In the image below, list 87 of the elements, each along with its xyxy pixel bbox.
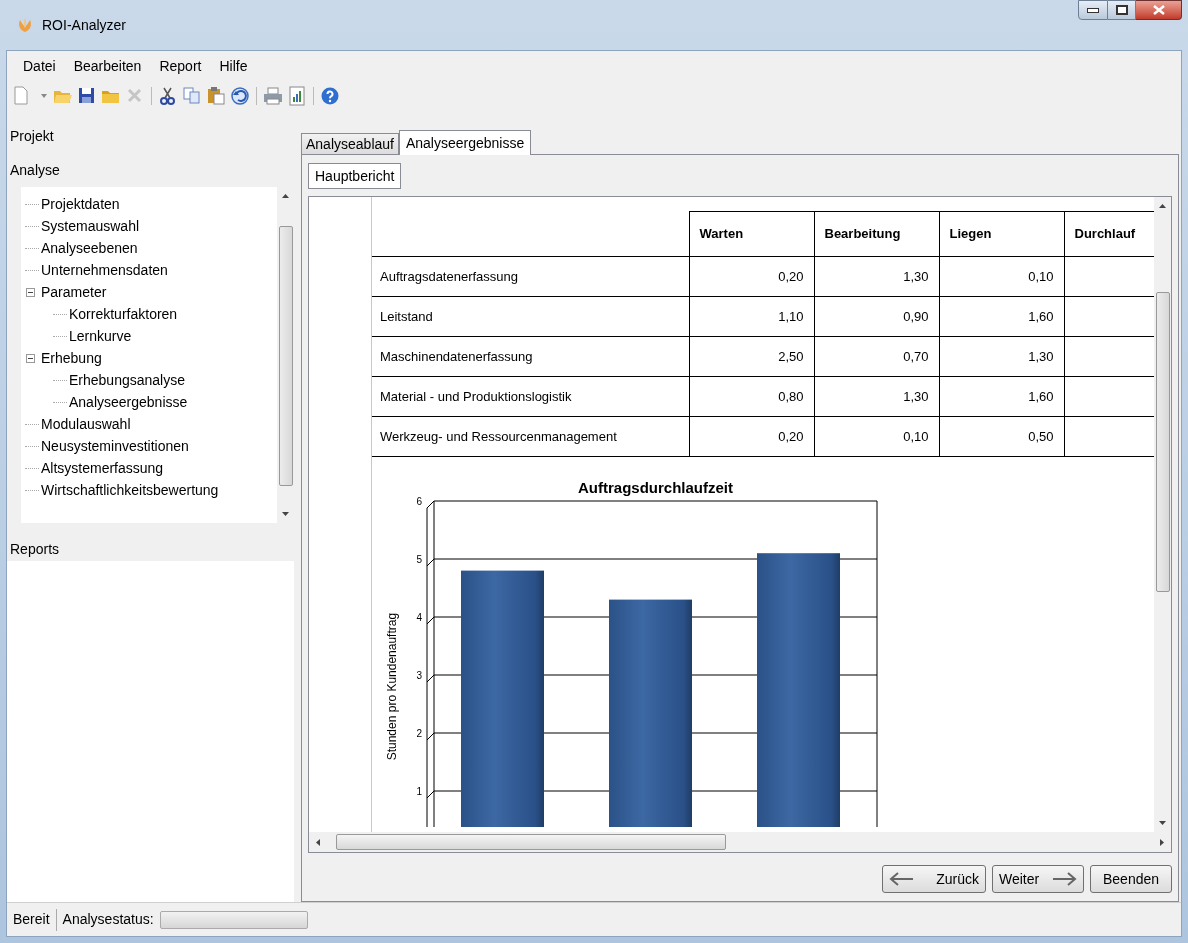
table-cell: 2,50 [778,348,804,364]
chart-title: Auftragsdurchlaufzeit [578,479,733,496]
section-header[interactable]: Projekt [7,119,294,153]
menu-item[interactable]: Report [151,55,210,77]
nav-button[interactable]: Beenden [1090,865,1172,893]
arrow-icon [1051,871,1077,887]
tree-item[interactable]: Lernkurve [69,325,132,347]
undo-icon[interactable] [230,86,250,106]
status-label: Analysestatus: [61,910,155,929]
tree-item[interactable]: Analyseebenen [41,237,138,259]
table-cell: 0,50 [1028,428,1054,444]
menu-item[interactable]: Datei [15,55,64,77]
vertical-scrollbar[interactable] [1154,197,1171,832]
collapse-icon[interactable] [26,353,35,363]
table-cell: 0,10 [1028,268,1054,284]
nav-button[interactable]: Weiter [992,865,1084,893]
table-cell: 0,80 [778,388,804,404]
row-label: Auftragsdatenerfassung [380,268,519,284]
table-cell: 1,30 [1028,348,1054,364]
table-cell: 1,30 [903,268,929,284]
status-text: Bereit [12,910,51,929]
horizontal-scrollbar[interactable] [309,832,1171,852]
tree-item[interactable]: Altsystemerfassung [41,457,164,479]
tree-item[interactable]: Analyseergebnisse [69,391,188,413]
table-cell: 0,20 [778,268,804,284]
column-header: Bearbeitung [824,226,901,242]
tree-item[interactable]: Neusysteminvestitionen [41,435,189,457]
tab[interactable]: Analyseablauf [301,133,399,154]
column-header: Warten [699,226,744,242]
axis-tick-label: 3 [416,670,422,681]
tab[interactable]: Hauptbericht [308,163,402,189]
tree-item[interactable]: Erhebungsanalyse [69,369,185,391]
scroll-up-icon[interactable] [282,194,289,198]
nav-button[interactable]: Zurück [882,865,986,893]
scroll-right-icon[interactable] [1160,838,1164,846]
axis-tick-label: 6 [416,496,422,507]
help-icon[interactable] [320,86,340,106]
scroll-left-icon[interactable] [316,838,320,846]
scroll-down-icon[interactable] [1159,821,1166,825]
collapse-icon[interactable] [26,287,35,297]
axis-tick-label: 5 [416,554,422,565]
tree-item[interactable]: Unternehmensdaten [41,259,168,281]
table-cell: 1,10 [778,308,804,324]
axis-tick-label: 4 [416,612,422,623]
table-cell: 0,10 [903,428,929,444]
row-label: Werkzeug- und Ressourcenmanagement [380,428,617,444]
table-cell: 1,30 [903,388,929,404]
column-header: Liegen [949,226,992,242]
tree-item[interactable]: Korrekturfaktoren [69,303,178,325]
tab[interactable]: Analyseergebnisse [398,130,532,155]
close-icon [1152,5,1165,15]
clipboard-icon[interactable] [206,86,226,106]
minimize-icon [1087,7,1099,13]
section-header[interactable]: Analyse [7,153,294,187]
scroll-down-icon[interactable] [282,512,289,516]
table-cell: 0,20 [778,428,804,444]
section-header[interactable]: Reports [10,538,60,560]
row-label: Maschinendatenerfassung [380,348,533,364]
table-cell: 0,70 [903,348,929,364]
menu-item[interactable]: Hilfe [211,55,256,77]
row-label: Leitstand [380,308,433,324]
tree-item[interactable]: Erhebung [41,347,102,369]
scroll-up-icon[interactable] [1159,204,1166,208]
tree-item[interactable]: Parameter [41,281,107,303]
table-cell: 0,90 [903,308,929,324]
menu-item[interactable]: Bearbeiten [65,55,150,77]
printer-icon[interactable] [263,86,283,106]
table-cell: 1,60 [1028,308,1054,324]
axis-tick-label: 1 [416,786,422,797]
row-label: Material - und Produktionslogistik [380,388,572,404]
report-icon[interactable] [287,86,307,106]
tree-item[interactable]: Projektdaten [41,193,120,215]
minimize-button[interactable] [1078,0,1108,20]
column-header: Durchlauf [1074,226,1136,242]
save-icon[interactable] [77,86,97,106]
window-title: ROI-Analyzer [42,15,127,35]
axis-tick-label: 2 [416,728,422,739]
scissors-icon[interactable] [158,86,178,106]
close-button[interactable] [1136,0,1182,20]
arrow-icon [889,871,915,887]
tree-item[interactable]: Wirtschaftlichkeitsbewertung [41,479,219,501]
tree-item[interactable]: Systemauswahl [41,215,140,237]
axis-title: Stunden pro Kundenauftrag [385,612,399,761]
maximize-icon [1115,5,1128,15]
maximize-button[interactable] [1108,0,1136,20]
table-cell: 1,60 [1028,388,1054,404]
tree-item[interactable]: Modulauswahl [41,413,131,435]
